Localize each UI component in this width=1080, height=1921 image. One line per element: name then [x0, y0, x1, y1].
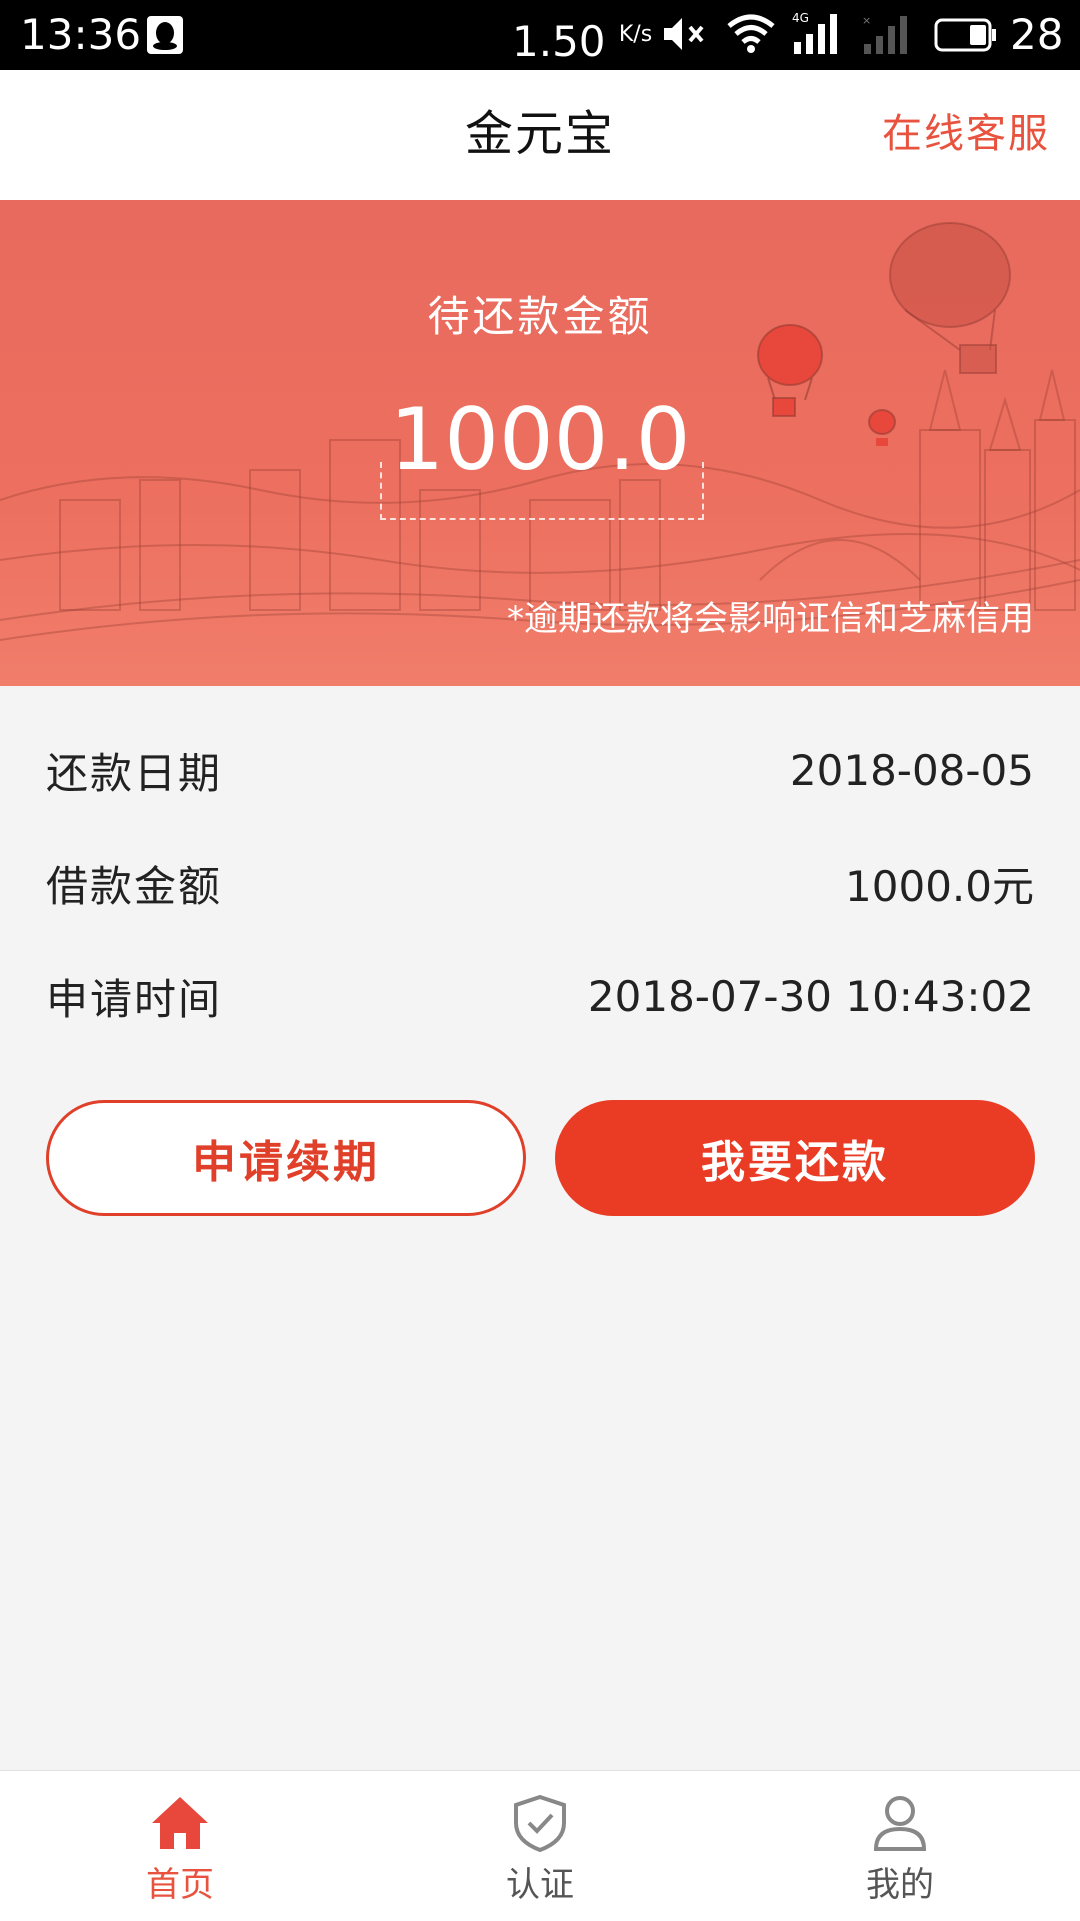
detail-value: 2018-08-05: [789, 745, 1034, 795]
detail-row-apply-time: 申请时间 2018-07-30 10:43:02: [46, 966, 1034, 1026]
apply-renewal-button[interactable]: 申请续期: [46, 1100, 526, 1216]
user-icon: [873, 1796, 927, 1851]
detail-value: 2018-07-30 10:43:02: [587, 971, 1034, 1021]
svg-text:×: ×: [862, 14, 871, 27]
nav-label: 首页: [146, 1865, 214, 1905]
svg-text:4G: 4G: [792, 11, 809, 25]
qq-icon: [147, 16, 183, 54]
nav-item-home[interactable]: 首页: [0, 1771, 360, 1921]
bottom-nav: 首页 认证 我的: [0, 1770, 1080, 1921]
nav-item-auth[interactable]: 认证: [360, 1771, 720, 1921]
repay-button[interactable]: 我要还款: [555, 1100, 1035, 1216]
status-time: 13:36: [20, 10, 142, 59]
detail-label: 申请时间: [46, 974, 223, 1024]
detail-value: 1000.0元: [845, 861, 1034, 911]
amount-dashed-frame: [380, 462, 704, 520]
shield-check-icon: [514, 1794, 566, 1853]
mute-icon: [664, 18, 704, 50]
detail-row-repay-date: 还款日期 2018-08-05: [46, 740, 1034, 800]
signal-empty-icon: ×: [862, 14, 907, 54]
detail-label: 借款金额: [46, 861, 223, 911]
nav-label: 认证: [506, 1865, 574, 1905]
battery-icon: [934, 18, 996, 52]
status-bar: 13:36 1.50 K/s 4G × 28: [0, 0, 1080, 70]
wifi-icon: [727, 14, 775, 53]
overdue-warning-note: *逾期还款将会影响证信和芝麻信用: [507, 599, 1034, 639]
detail-row-loan-amount: 借款金额 1000.0元: [46, 853, 1034, 913]
pending-amount-label: 待还款金额: [427, 292, 653, 341]
signal-4g-icon: 4G: [792, 11, 837, 54]
title-bar: 金元宝 在线客服: [0, 70, 1080, 200]
battery-level: 28: [1010, 10, 1064, 59]
home-icon: [152, 1797, 208, 1849]
repayment-banner: 待还款金额 1000.0 *逾期还款将会影响证信和芝麻信用: [0, 200, 1080, 686]
nav-item-mine[interactable]: 我的: [720, 1771, 1080, 1921]
online-service-link[interactable]: 在线客服: [882, 108, 1050, 160]
detail-label: 还款日期: [46, 748, 223, 798]
nav-label: 我的: [866, 1865, 934, 1905]
network-speed: 1.50 K/s: [512, 17, 653, 66]
